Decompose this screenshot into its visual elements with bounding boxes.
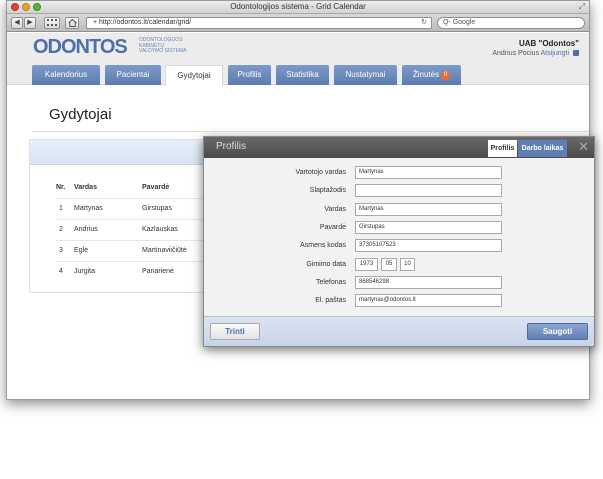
tab-gydytojai[interactable]: Gydytojai [165, 65, 223, 86]
dialog-header: Profilis Profilis Darbo laikas ✕ [204, 137, 594, 158]
form-row-username: Vartotojo vardas Martynas [204, 166, 596, 179]
browser-toolbar: ◀ ▶ + http://odontos.lt/calendar/grid/ ↻… [7, 14, 589, 32]
back-button[interactable]: ◀ [11, 17, 23, 29]
cell-vardas: Andrius [74, 218, 142, 240]
field-label: Pavardė [319, 224, 346, 231]
form-row-phone: Telefonas 868546298 [204, 276, 596, 289]
user-line: Andrius Pocius Atsijungti [492, 50, 579, 57]
logout-link[interactable]: Atsijungti [541, 50, 569, 57]
home-button[interactable] [65, 17, 79, 29]
tab-pacientai[interactable]: Pacientai [105, 65, 161, 85]
cell-vardas: Jurgita [74, 260, 142, 282]
field-label: Asmens kodas [300, 242, 346, 249]
lock-icon [573, 50, 579, 56]
birth-year-field[interactable]: 1973 [355, 258, 378, 271]
cell-nr: 2 [56, 218, 74, 240]
tab-kalendorius[interactable]: Kalendorius [32, 65, 100, 85]
grid-view-button[interactable] [44, 17, 60, 29]
address-bar[interactable]: + http://odontos.lt/calendar/grid/ ↻ [86, 17, 432, 29]
search-input[interactable]: Q- Google [437, 17, 585, 29]
logo-subtitle: ODONTOLOGIJOS KABINETŲ VALDYMO SISTEMA [139, 37, 187, 55]
close-icon[interactable]: ✕ [578, 139, 589, 155]
url-text: + http://odontos.lt/calendar/grid/ [93, 19, 192, 26]
form-row-birth-date: Gimimo data 1973 05 10 [204, 258, 596, 271]
page-title: Gydytojai [49, 106, 112, 123]
cell-nr: 3 [56, 239, 74, 261]
unread-badge: 0 [441, 71, 451, 80]
heading-band: Gydytojai [32, 94, 589, 132]
field-label: Vartotojo vardas [295, 169, 346, 176]
form-row-personal-code: Asmens kodas 37305107523 [204, 239, 596, 252]
form-row-email: El. paštas martynas@odontos.lt [204, 294, 596, 307]
profile-dialog: Profilis Profilis Darbo laikas ✕ Vartoto… [203, 136, 595, 347]
field-label: Slaptažodis [309, 187, 346, 194]
delete-button[interactable]: Trinti [210, 323, 260, 340]
field-label: Gimimo data [306, 261, 346, 268]
logo-sub-line: VALDYMO SISTEMA [139, 48, 187, 54]
birth-day-field[interactable]: 10 [400, 258, 415, 271]
birth-month-field[interactable]: 05 [381, 258, 397, 271]
column-header[interactable]: Nr. [56, 178, 74, 198]
cell-vardas: Martynas [74, 197, 142, 219]
form-row-first-name: Vardas Martynas [204, 203, 596, 216]
dialog-tab-darbo-laikas[interactable]: Darbo laikas [518, 140, 567, 157]
tab-zinutes[interactable]: Žinutės 0 [402, 65, 461, 85]
phone-field[interactable]: 868546298 [355, 276, 502, 289]
cell-nr: 1 [56, 197, 74, 219]
fullscreen-icon[interactable]: ⤢ [579, 2, 585, 12]
username-field[interactable]: Martynas [355, 166, 502, 179]
forward-button[interactable]: ▶ [24, 17, 36, 29]
app-header: ODONTOS ODONTOLOGIJOS KABINETŲ VALDYMO S… [7, 33, 589, 86]
grid-icon [47, 19, 57, 26]
cell-nr: 4 [56, 260, 74, 282]
password-field[interactable] [355, 184, 502, 197]
tab-zinutes-label: Žinutės [412, 70, 440, 79]
personal-code-field[interactable]: 37305107523 [355, 239, 502, 252]
field-label: Telefonas [316, 279, 346, 286]
reload-icon[interactable]: ↻ [421, 18, 427, 28]
tab-statistika[interactable]: Statistika [276, 65, 329, 85]
home-icon [67, 18, 77, 27]
user-name: Andrius Pocius [492, 50, 540, 57]
tab-profilis[interactable]: Profilis [228, 65, 271, 85]
company-name: UAB "Odontos" [518, 39, 579, 48]
last-name-field[interactable]: Girstupas [355, 221, 502, 234]
form-row-last-name: Pavardė Girstupas [204, 221, 596, 234]
field-label: El. paštas [315, 297, 346, 304]
dialog-tab-profilis[interactable]: Profilis [488, 140, 517, 157]
column-header[interactable]: Vardas [74, 178, 142, 198]
logo[interactable]: ODONTOS [33, 36, 128, 59]
window-title: Odontologijos sistema - Grid Calendar [230, 2, 366, 11]
dialog-footer: Trinti Saugoti [204, 316, 594, 346]
tab-nustatymai[interactable]: Nustatymai [334, 65, 397, 85]
first-name-field[interactable]: Martynas [355, 203, 502, 216]
form-row-password: Slaptažodis [204, 184, 596, 197]
email-field[interactable]: martynas@odontos.lt [355, 294, 502, 307]
dialog-title: Profilis [216, 141, 247, 152]
cell-vardas: Eglė [74, 239, 142, 261]
save-button[interactable]: Saugoti [527, 323, 588, 340]
field-label: Vardas [324, 206, 346, 213]
title-bar: Odontologijos sistema - Grid Calendar ⤢ [7, 1, 589, 14]
